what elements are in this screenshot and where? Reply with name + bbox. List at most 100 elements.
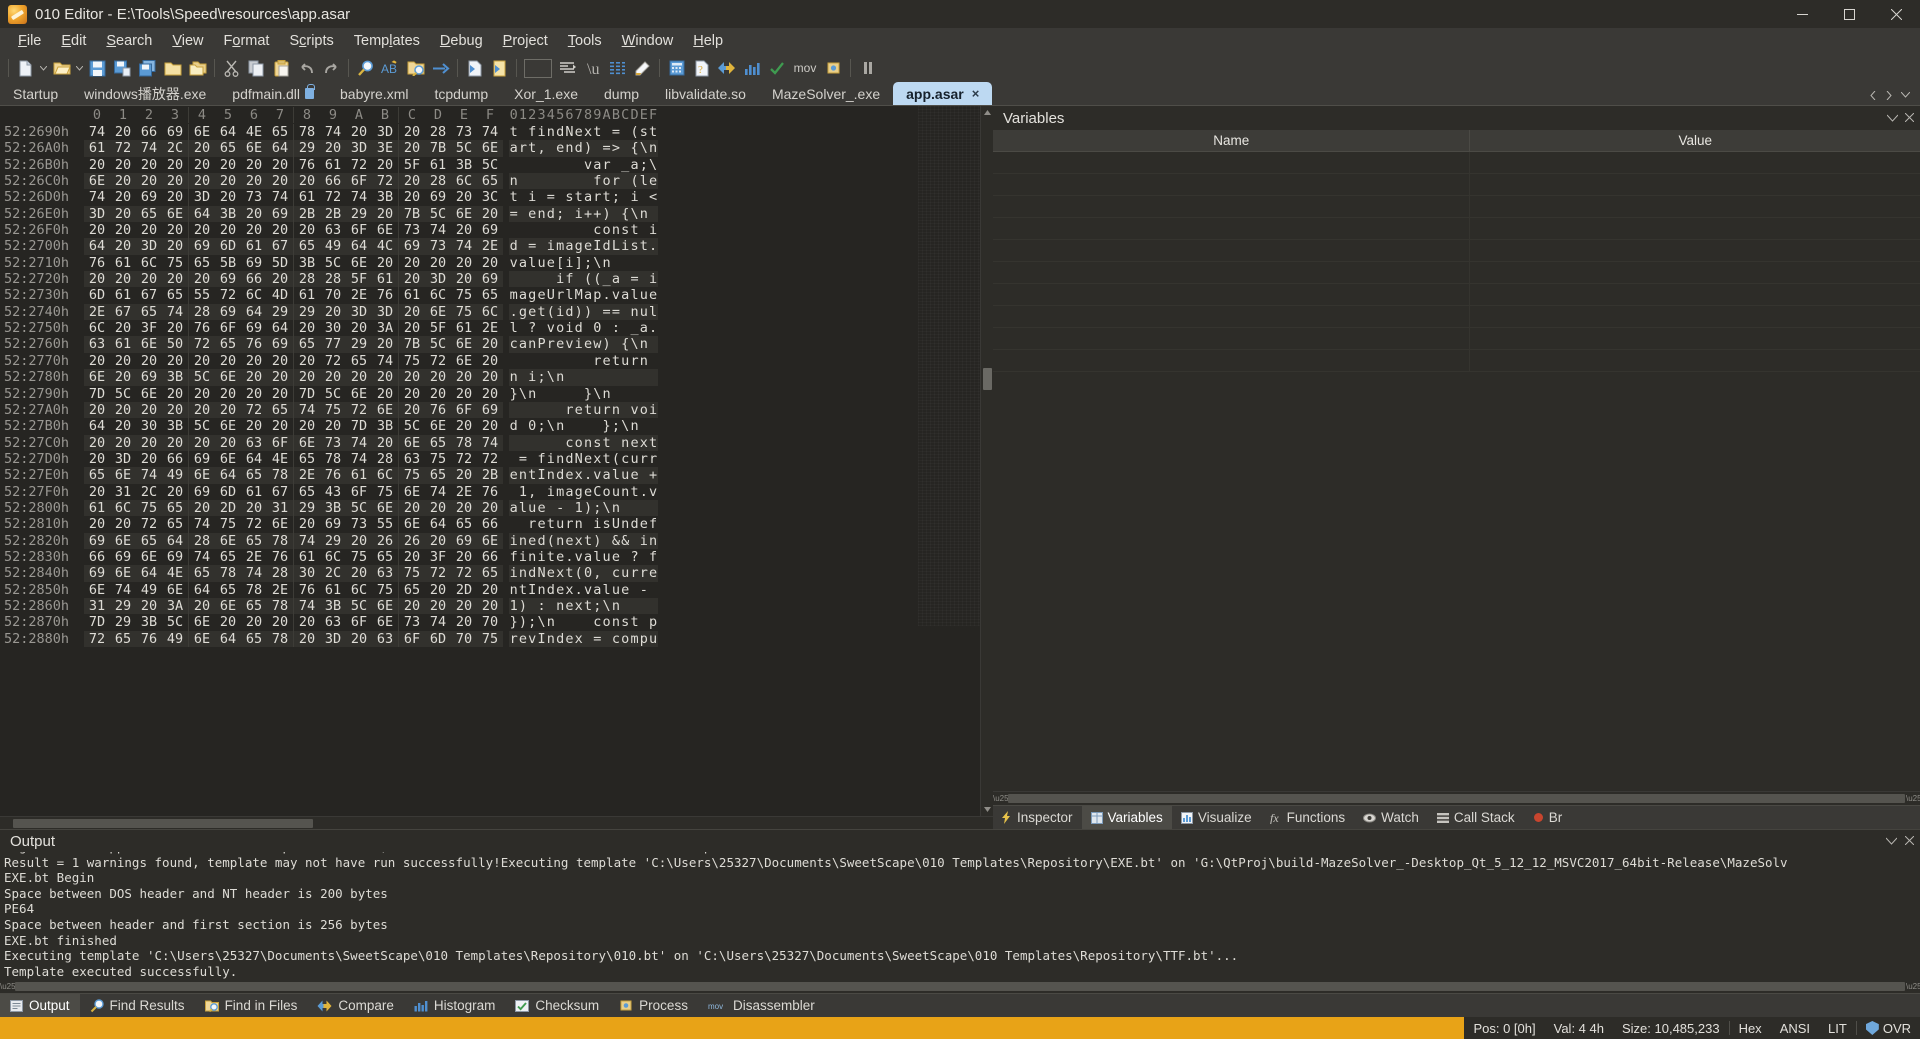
- ascii-char[interactable]: (: [574, 565, 584, 582]
- hex-byte[interactable]: 78: [267, 630, 293, 647]
- ascii-char[interactable]: t: [536, 303, 547, 321]
- ascii-char[interactable]: [536, 238, 547, 255]
- menu-help[interactable]: Help: [683, 30, 733, 52]
- hex-byte[interactable]: 20: [110, 320, 136, 336]
- hex-byte[interactable]: 66: [84, 549, 110, 565]
- chevron-down-icon[interactable]: [1898, 85, 1912, 105]
- hex-byte[interactable]: 6E: [215, 418, 241, 434]
- ascii-char[interactable]: f: [648, 549, 657, 565]
- hex-byte[interactable]: 69: [162, 124, 188, 140]
- calculator-icon[interactable]: [664, 56, 689, 80]
- ascii-char[interactable]: e: [527, 532, 537, 549]
- ascii-char[interactable]: v: [583, 157, 592, 173]
- hex-byte[interactable]: 30: [320, 320, 346, 336]
- hex-byte[interactable]: 65: [189, 565, 215, 582]
- ascii-char[interactable]: ;: [611, 189, 620, 205]
- hex-byte[interactable]: 20: [110, 189, 136, 205]
- ascii-char[interactable]: a: [593, 157, 602, 173]
- hex-byte[interactable]: 20: [241, 157, 267, 173]
- ascii-char[interactable]: w: [592, 336, 602, 353]
- ascii-char[interactable]: .: [639, 484, 648, 500]
- hex-byte[interactable]: 20: [162, 173, 188, 190]
- ascii-char[interactable]: n: [639, 353, 648, 369]
- hex-byte[interactable]: 69: [425, 189, 451, 205]
- hex-byte[interactable]: 6D: [425, 630, 451, 647]
- output-horizontal-scrollbar[interactable]: \u25c0 \u25b6: [0, 979, 1920, 993]
- chevron-right-icon[interactable]: [1882, 85, 1896, 105]
- ascii-char[interactable]: f: [528, 124, 537, 140]
- hex-byte[interactable]: 6E: [84, 369, 110, 386]
- hex-byte[interactable]: 20: [215, 434, 241, 451]
- ascii-char[interactable]: [555, 173, 565, 190]
- hex-byte[interactable]: 20: [267, 614, 293, 630]
- ascii-char[interactable]: n: [555, 451, 564, 467]
- hex-byte[interactable]: 30: [136, 418, 162, 434]
- ascii-char[interactable]: i: [555, 303, 565, 321]
- ascii-char[interactable]: n: [546, 124, 555, 140]
- ascii-char[interactable]: [574, 173, 584, 190]
- ascii-char[interactable]: [528, 222, 537, 238]
- hex-byte[interactable]: 65: [294, 238, 320, 255]
- hex-byte[interactable]: 6C: [451, 173, 477, 190]
- ascii-char[interactable]: [583, 614, 592, 630]
- hex-byte[interactable]: 20: [215, 189, 241, 205]
- ascii-char[interactable]: r: [528, 516, 537, 532]
- hex-row[interactable]: 52:26D0h 74 20 69 20 3D 20 73 74 61 72 74 3B 20 69 20 3C…: [0, 189, 980, 206]
- ascii-char[interactable]: a: [583, 549, 592, 565]
- replace-icon[interactable]: AB: [378, 56, 403, 80]
- table-row[interactable]: [993, 350, 1920, 372]
- ascii-char[interactable]: ): [583, 303, 593, 321]
- hex-byte[interactable]: 6E: [189, 630, 215, 647]
- hex-byte[interactable]: 2E: [477, 238, 503, 255]
- hex-byte[interactable]: 66: [136, 124, 162, 140]
- checksum-icon[interactable]: [764, 56, 789, 80]
- tab-visualize[interactable]: Visualize: [1172, 806, 1261, 829]
- hex-byte[interactable]: 20: [215, 173, 241, 190]
- hex-byte[interactable]: 6E: [477, 532, 503, 549]
- ascii-char[interactable]: x: [565, 582, 574, 598]
- hex-byte[interactable]: 6C: [110, 499, 136, 517]
- hex-byte[interactable]: 20: [136, 451, 162, 467]
- hex-byte[interactable]: 4C: [372, 238, 398, 255]
- ascii-char[interactable]: =: [601, 140, 612, 157]
- variable-value-cell[interactable]: [1470, 196, 1920, 217]
- ascii-char[interactable]: g: [574, 484, 583, 500]
- ascii-char[interactable]: n: [555, 532, 565, 549]
- hex-row[interactable]: 52:27C0h 20 20 20 20 20 20 63 6F 6E 73 74 20 6E 65 78 74…: [0, 434, 980, 451]
- file-tab-pdfmain-dll[interactable]: pdfmain.dll: [219, 82, 327, 105]
- save-all-icon[interactable]: [135, 56, 160, 80]
- ascii-char[interactable]: d: [565, 451, 574, 467]
- ascii-char[interactable]: [630, 386, 639, 402]
- ascii-char[interactable]: e: [629, 434, 640, 451]
- ascii-char[interactable]: \: [593, 386, 602, 402]
- hex-byte[interactable]: 6E: [267, 516, 293, 532]
- ascii-char[interactable]: [518, 222, 527, 238]
- hex-byte[interactable]: 72: [215, 287, 241, 303]
- ascii-char[interactable]: [583, 222, 592, 238]
- hex-byte[interactable]: 5C: [425, 336, 451, 353]
- ascii-char[interactable]: v: [583, 582, 592, 598]
- hex-byte[interactable]: 74: [346, 451, 372, 467]
- ascii-char[interactable]: t: [527, 467, 537, 484]
- hex-byte[interactable]: 65: [425, 467, 451, 484]
- mov-label[interactable]: mov: [789, 56, 821, 80]
- hex-byte[interactable]: 76: [267, 549, 293, 565]
- ascii-char[interactable]: a: [593, 582, 602, 598]
- ascii-char[interactable]: v: [527, 630, 537, 647]
- ascii-char[interactable]: n: [620, 434, 630, 451]
- hex-byte[interactable]: 65: [267, 124, 293, 140]
- hex-byte[interactable]: 78: [267, 597, 293, 615]
- menu-format[interactable]: Format: [214, 30, 280, 52]
- ascii-char[interactable]: [620, 369, 630, 386]
- ascii-char[interactable]: [592, 303, 602, 321]
- hex-byte[interactable]: 6C: [84, 320, 110, 336]
- ascii-char[interactable]: [518, 157, 527, 173]
- ascii-cells[interactable]: revIndex = compu: [509, 630, 658, 647]
- ascii-char[interactable]: a: [565, 484, 574, 500]
- ascii-char[interactable]: [537, 189, 546, 205]
- file-tab-windows-player-exe[interactable]: windows播放器.exe: [71, 82, 219, 105]
- ascii-char[interactable]: f: [592, 173, 602, 190]
- hex-byte[interactable]: 3D: [84, 205, 110, 223]
- hex-byte[interactable]: 3D: [372, 303, 398, 321]
- ascii-char[interactable]: u: [639, 303, 649, 321]
